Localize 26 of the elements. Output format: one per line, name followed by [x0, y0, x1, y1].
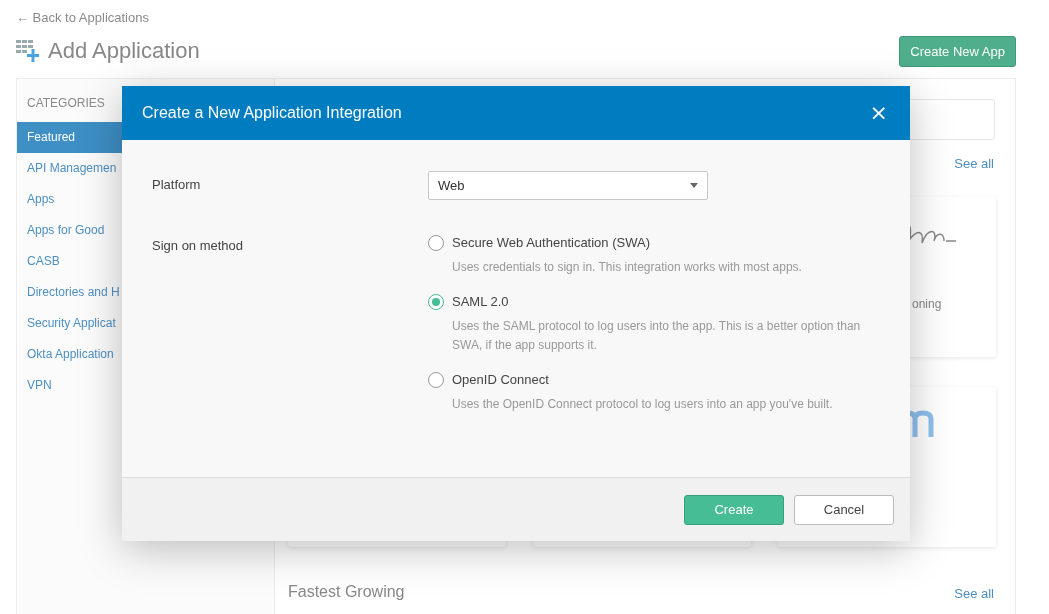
radio-button[interactable] — [428, 294, 444, 310]
caret-icon — [690, 183, 698, 188]
field-label: Sign on method — [152, 237, 245, 255]
option-description: Uses the SAML protocol to log users into the app. This is a better option than SWA, if the app supports it. — [452, 318, 862, 354]
create-button[interactable]: Create — [684, 494, 784, 525]
back-link[interactable]: ← Back to Applications — [16, 10, 149, 25]
field-label: Platform — [152, 176, 202, 194]
dialog-title: Create a New Application Integration — [142, 104, 402, 122]
sidebar-heading: CATEGORIES — [27, 96, 105, 112]
card-caption: oning — [912, 297, 942, 311]
see-all-link[interactable]: See all — [954, 156, 994, 171]
radio-button[interactable] — [428, 235, 444, 251]
radio-button[interactable] — [428, 372, 444, 388]
close-button[interactable]: × — [867, 102, 890, 124]
option-label: Secure Web Authentication (SWA) — [452, 235, 651, 251]
option-label: SAML 2.0 — [452, 294, 510, 310]
section-title: Fastest Growing — [288, 583, 405, 601]
create-new-app-button[interactable]: Create New App — [899, 35, 1016, 67]
see-all-link[interactable]: See all — [954, 586, 994, 601]
page-title: Add Application — [48, 38, 200, 64]
option-description: Uses the OpenID Connect protocol to log users into an app you've built. — [452, 396, 834, 413]
grid-plus-icon — [16, 40, 40, 62]
option-label: OpenID Connect — [452, 372, 550, 388]
option-description: Uses credentials to sign in. This integration works with most apps. — [452, 259, 803, 276]
platform-dropdown[interactable]: Web — [428, 171, 708, 200]
cancel-button[interactable]: Cancel — [794, 494, 894, 525]
